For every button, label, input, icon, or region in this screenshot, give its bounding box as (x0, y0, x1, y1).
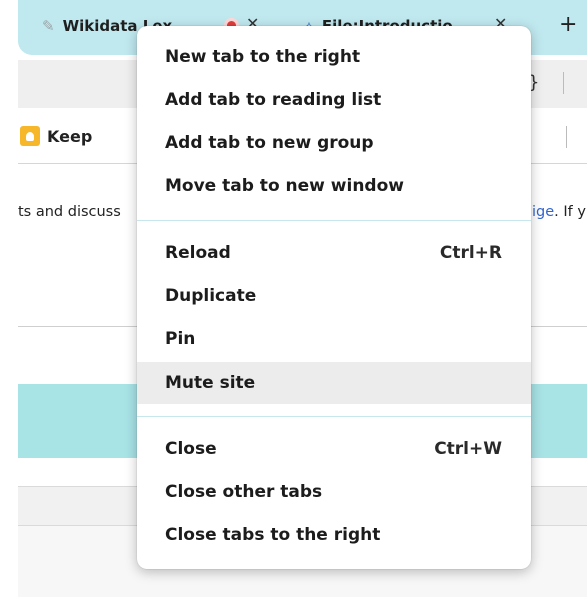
menu-item-label: Pin (165, 329, 196, 349)
new-tab-icon[interactable]: + (559, 12, 577, 37)
page-link[interactable]: ige (532, 204, 554, 220)
toolbar-divider (563, 72, 564, 94)
menu-item-label: Move tab to new window (165, 176, 404, 196)
menu-item-close-tabs-right[interactable]: Close tabs to the right (137, 514, 531, 556)
menu-separator (137, 220, 531, 221)
keep-icon (20, 126, 40, 146)
menu-item-label: Mute site (165, 373, 256, 393)
menu-item-close[interactable]: Close Ctrl+W (137, 428, 531, 470)
menu-item-shortcut: Ctrl+W (434, 439, 502, 459)
menu-item-label: Reload (165, 243, 231, 263)
menu-item-label: Close (165, 439, 217, 459)
browser-window: ✎ Wikidata Lex ✕ ⟡ File:Introductio ✕ + … (0, 0, 587, 597)
menu-item-add-new-group[interactable]: Add tab to new group (137, 122, 531, 164)
menu-item-add-reading-list[interactable]: Add tab to reading list (137, 79, 531, 121)
menu-item-label: New tab to the right (165, 47, 361, 67)
menu-item-close-other-tabs[interactable]: Close other tabs (137, 471, 531, 513)
tab-context-menu: New tab to the right Add tab to reading … (137, 26, 531, 569)
pencil-icon: ✎ (42, 17, 55, 35)
menu-item-duplicate[interactable]: Duplicate (137, 275, 531, 317)
menu-separator (137, 416, 531, 417)
page-text-right: ige. If y (532, 204, 586, 220)
menu-item-reload[interactable]: Reload Ctrl+R (137, 232, 531, 274)
menu-item-label: Add tab to reading list (165, 90, 382, 110)
menu-item-label: Close tabs to the right (165, 525, 381, 545)
menu-item-pin[interactable]: Pin (137, 318, 531, 360)
menu-item-label: Duplicate (165, 286, 257, 306)
menu-item-mute-site[interactable]: Mute site (137, 362, 531, 404)
menu-item-shortcut: Ctrl+R (439, 243, 502, 263)
menu-item-move-new-window[interactable]: Move tab to new window (137, 165, 531, 207)
page-text: ts and discuss (18, 204, 121, 220)
bookmark-label: Keep (47, 126, 93, 146)
menu-item-label: Add tab to new group (165, 133, 374, 153)
page-text: . If y (554, 204, 586, 220)
bookmarks-divider (566, 126, 567, 148)
bookmark-keep[interactable]: Keep (20, 126, 92, 146)
menu-item-new-tab-right[interactable]: New tab to the right (137, 36, 531, 78)
menu-item-label: Close other tabs (165, 482, 323, 502)
